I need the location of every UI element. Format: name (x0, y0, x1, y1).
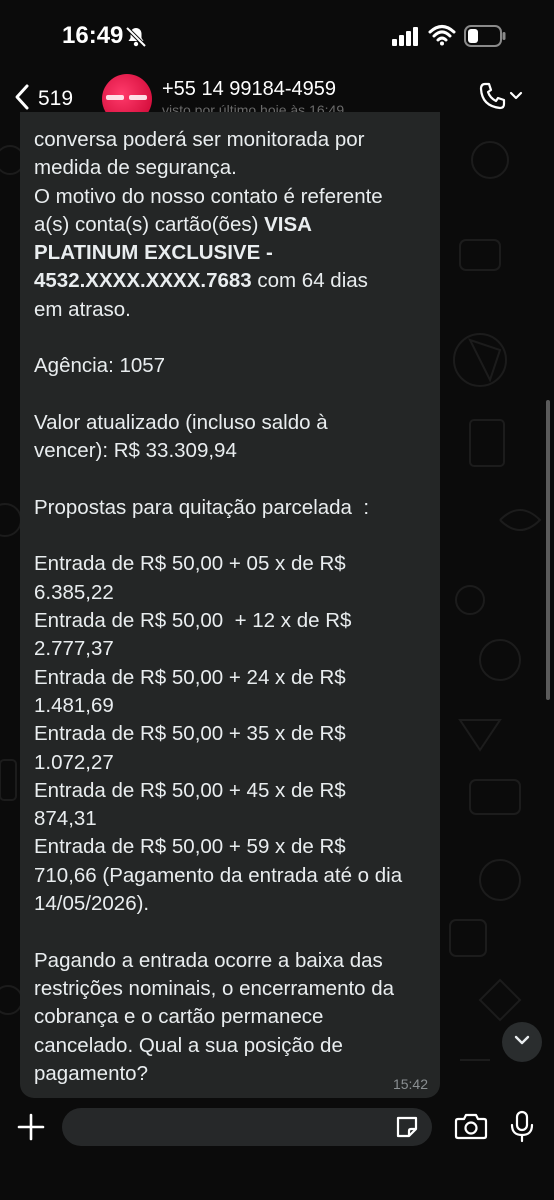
message-text-segment: conversa poderá ser monitorada por medid… (34, 128, 383, 236)
back-button[interactable]: 519 (14, 84, 104, 114)
message-text-segment: com 64 dias em atraso. Agência: 1057 Val… (34, 269, 403, 1085)
sticker-icon[interactable] (394, 1114, 420, 1145)
bell-slash-icon (124, 25, 148, 54)
contact-name[interactable]: +55 14 99184-4959 (162, 78, 336, 101)
cellular-signal-icon (392, 26, 420, 51)
message-timestamp: 15:42 (392, 1076, 428, 1092)
message-text: conversa poderá ser monitorada por medid… (34, 126, 430, 1088)
chat-scrollbar[interactable] (546, 400, 550, 700)
unread-count: 519 (38, 87, 74, 110)
message-bubble[interactable]: conversa poderá ser monitorada por medid… (20, 112, 440, 1098)
phone-icon (478, 81, 508, 116)
camera-icon[interactable] (454, 1112, 488, 1145)
chevron-left-icon (14, 83, 30, 116)
chevron-down-icon (508, 89, 524, 107)
message-input-bar (0, 1100, 554, 1200)
avatar-logo-left (106, 95, 124, 100)
call-button[interactable] (478, 82, 528, 114)
avatar-logo-right (129, 95, 147, 100)
plus-icon[interactable] (14, 1110, 48, 1144)
wifi-icon (428, 24, 456, 51)
status-bar: 16:49 (0, 0, 554, 70)
chevron-down-icon (513, 1033, 531, 1051)
status-time: 16:49 (62, 22, 124, 49)
scroll-to-bottom-button[interactable] (502, 1022, 542, 1062)
message-input[interactable] (62, 1108, 432, 1146)
battery-icon (464, 25, 506, 52)
microphone-icon[interactable] (508, 1110, 536, 1149)
